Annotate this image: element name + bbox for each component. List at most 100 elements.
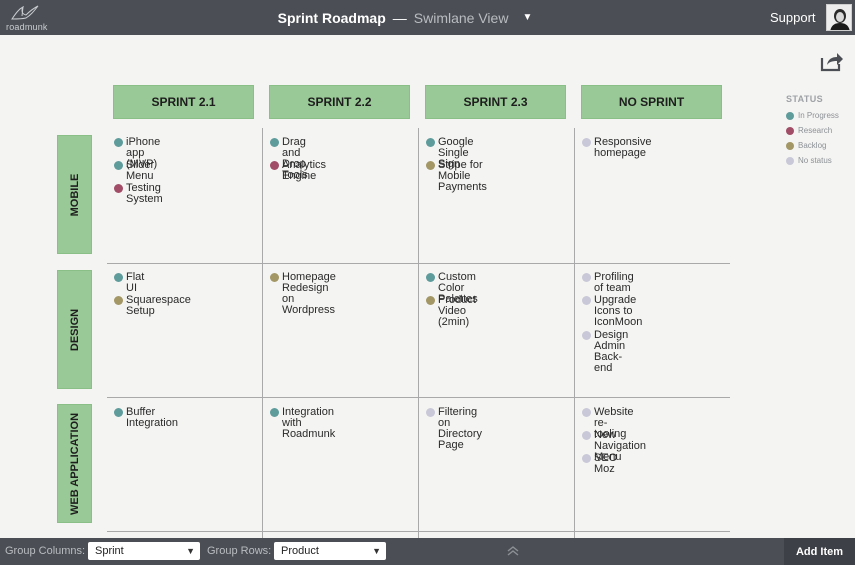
- roadmap-item[interactable]: Responsive homepage: [582, 137, 651, 159]
- grid-divider: [107, 263, 730, 264]
- roadmap-item[interactable]: Analytics Engine: [270, 160, 326, 182]
- status-dot: [270, 161, 279, 170]
- legend-label: No status: [798, 156, 832, 165]
- status-dot: [582, 408, 591, 417]
- roadmap-item[interactable]: Product Video (2min): [426, 295, 476, 328]
- column-header-sprint-2-1[interactable]: SPRINT 2.1: [113, 85, 254, 119]
- view-switcher[interactable]: Sprint Roadmap — Swimlane View ▼: [278, 10, 533, 26]
- column-header-no-sprint[interactable]: NO SPRINT: [581, 85, 722, 119]
- item-label: Wordpress: [282, 304, 335, 316]
- status-dot: [114, 184, 123, 193]
- item-label-group: Homepage Redesign on Wordpress: [282, 272, 336, 316]
- legend-item: In Progress: [786, 108, 839, 123]
- top-bar: roadmunk Sprint Roadmap — Swimlane View …: [0, 0, 855, 35]
- roadmap-item[interactable]: Buffer Integration: [114, 407, 178, 429]
- share-icon[interactable]: [820, 50, 844, 72]
- status-dot: [582, 273, 591, 282]
- row-header-mobile[interactable]: MOBILE: [57, 135, 92, 254]
- status-dot: [426, 161, 435, 170]
- logo-bird-icon: [11, 5, 39, 20]
- item-label: Squarespace Setup: [126, 294, 191, 317]
- legend-label: Backlog: [798, 141, 827, 150]
- logo-text: roadmunk: [6, 22, 48, 32]
- group-columns-label: Group Columns:: [5, 545, 86, 557]
- status-dot: [582, 431, 591, 440]
- title-separator: —: [392, 9, 407, 26]
- status-dot: [114, 273, 123, 282]
- status-dot: [426, 273, 435, 282]
- support-link[interactable]: Support: [770, 10, 816, 25]
- status-dot: [582, 454, 591, 463]
- legend-item: Research: [786, 123, 839, 138]
- roadmap-item[interactable]: Squarespace Setup: [114, 295, 191, 317]
- item-label: Design Admin Back-end: [594, 329, 629, 374]
- item-label: Analytics Engine: [282, 159, 327, 182]
- item-label: Roadmunk: [282, 428, 336, 440]
- chevron-down-icon: ▼: [372, 546, 381, 556]
- group-columns-value: Sprint: [95, 545, 124, 557]
- item-label: Payments: [438, 181, 487, 193]
- roadmap-item[interactable]: Stripe for Mobile Payments: [426, 160, 487, 193]
- group-rows-select[interactable]: Product ▼: [274, 542, 386, 560]
- status-dot: [270, 138, 279, 147]
- row-header-web-application[interactable]: WEB APPLICATION: [57, 404, 92, 523]
- roadmap-item[interactable]: Upgrade Icons to IconMoon: [582, 295, 642, 328]
- status-dot: [582, 331, 591, 340]
- double-chevron-up-icon[interactable]: [505, 543, 521, 559]
- status-dot: [270, 273, 279, 282]
- row-header-label: WEB APPLICATION: [68, 412, 81, 515]
- legend-label: In Progress: [798, 111, 839, 120]
- grid-divider: [574, 128, 575, 538]
- legend-label: Research: [798, 126, 833, 135]
- bottom-toolbar: Group Columns: Sprint ▼ Group Rows: Prod…: [0, 538, 855, 565]
- status-dot: [114, 408, 123, 417]
- roadmap-item[interactable]: Profiling of team: [582, 272, 634, 294]
- roadmap-item[interactable]: Integration with Roadmunk: [270, 407, 335, 440]
- item-label: Integration with: [282, 406, 334, 429]
- item-label-group: Stripe for Mobile Payments: [438, 160, 487, 193]
- item-label: Responsive homepage: [594, 136, 652, 159]
- roadmap-item[interactable]: Slider Menu: [114, 160, 154, 182]
- item-label: Upgrade Icons to: [594, 294, 637, 317]
- column-header-sprint-2-3[interactable]: SPRINT 2.3: [425, 85, 566, 119]
- status-dot: [786, 126, 794, 135]
- column-header-sprint-2-2[interactable]: SPRINT 2.2: [269, 85, 410, 119]
- status-dot: [582, 296, 591, 305]
- roadmap-item[interactable]: Design Admin Back-end: [582, 330, 628, 374]
- user-avatar-icon: [827, 5, 851, 30]
- item-label-group: Integration with Roadmunk: [282, 407, 335, 440]
- row-header-design[interactable]: DESIGN: [57, 270, 92, 389]
- item-label: IconMoon: [594, 316, 643, 328]
- item-label: Slider Menu: [126, 159, 155, 182]
- status-dot: [270, 408, 279, 417]
- chevron-down-icon[interactable]: ▼: [522, 12, 532, 23]
- row-header-label: MOBILE: [68, 173, 81, 216]
- logo[interactable]: roadmunk: [6, 3, 48, 33]
- add-item-button[interactable]: Add Item: [784, 538, 855, 565]
- item-label-group: Upgrade Icons to IconMoon: [594, 295, 642, 328]
- group-columns-select[interactable]: Sprint ▼: [88, 542, 200, 560]
- group-rows-label: Group Rows:: [207, 545, 272, 557]
- view-name: Swimlane View: [413, 9, 509, 26]
- grid-divider: [107, 531, 730, 532]
- item-label: Flat UI: [126, 271, 145, 294]
- roadmap-item[interactable]: Flat UI: [114, 272, 144, 294]
- grid-divider: [107, 397, 730, 398]
- chevron-down-icon: ▼: [186, 546, 195, 556]
- roadmap-title: Sprint Roadmap: [277, 9, 386, 26]
- item-label: Filtering on Directory Page: [438, 406, 483, 451]
- status-dot: [426, 408, 435, 417]
- status-dot: [786, 141, 794, 150]
- status-dot: [426, 138, 435, 147]
- item-label: Testing System: [126, 182, 163, 205]
- roadmap-item[interactable]: Homepage Redesign on Wordpress: [270, 272, 336, 316]
- item-label: Stripe for Mobile: [438, 159, 483, 182]
- status-dot: [582, 138, 591, 147]
- roadmap-item[interactable]: SEO Moz: [582, 453, 617, 475]
- status-dot: [114, 296, 123, 305]
- roadmap-item[interactable]: Testing System: [114, 183, 163, 205]
- item-label: SEO Moz: [594, 452, 618, 475]
- group-rows-value: Product: [281, 545, 319, 557]
- avatar[interactable]: [826, 4, 852, 31]
- roadmap-item[interactable]: Filtering on Directory Page: [426, 407, 482, 451]
